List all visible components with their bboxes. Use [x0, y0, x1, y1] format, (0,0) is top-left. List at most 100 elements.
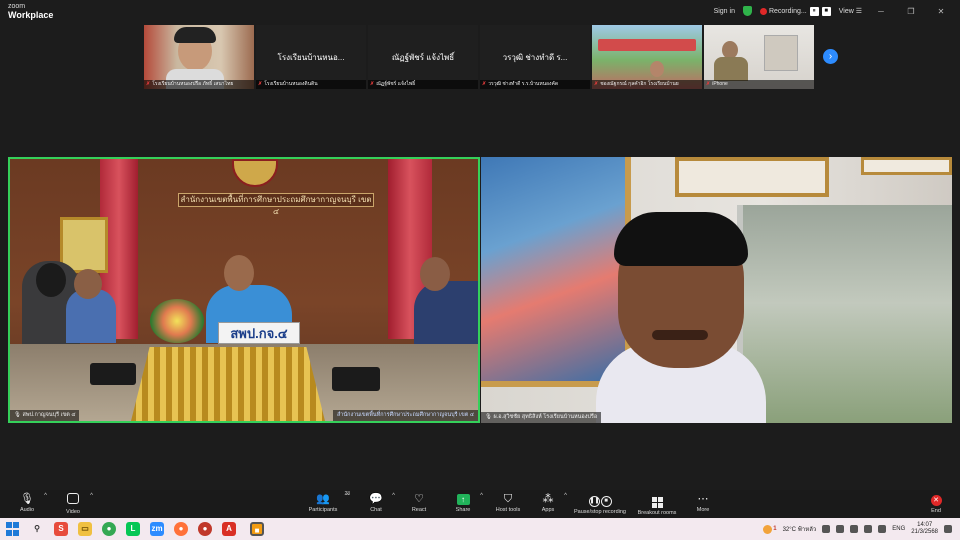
windows-taskbar: ⚲ S ▭ ● L zm ● ● A ■ 1 32°C ฟ้าหลัว ENG … — [0, 518, 960, 540]
zoom-icon[interactable]: zm — [150, 522, 164, 536]
pause-recording-button[interactable]: ⏸ — [809, 6, 819, 16]
participant-thumbnail-strip: ✗ โรงเรียนบ้านหนองปรือ ภัทธิ์ เสนาไทย โรง… — [144, 25, 816, 89]
muted-mic-icon: ✗ — [370, 81, 375, 87]
share-screen-icon: ↑ — [452, 493, 474, 505]
participant-name: ณัฏฐ์พัชร์ แจ้งไพธิ์ — [391, 53, 455, 62]
file-explorer-icon[interactable]: ▭ — [78, 522, 92, 536]
participant-thumbnail[interactable]: ✗ iPhone — [704, 25, 814, 89]
participant-thumbnail[interactable]: ✗ ชองณัฐกรณ์ กุลคำอิก โรงเรียนบ้านย — [592, 25, 702, 89]
chevron-up-icon[interactable]: ^ — [44, 493, 47, 499]
participant-caption: ✗ โรงเรียนบ้านหนองดินดิน — [256, 80, 366, 89]
temperature-label[interactable]: 32°C ฟ้าหลัว — [783, 524, 817, 534]
end-call-icon: ✕ — [926, 493, 946, 506]
picture-frame — [861, 157, 952, 175]
react-button[interactable]: ♡ React — [408, 493, 430, 513]
microphone-icon: 🎙 — [20, 493, 34, 505]
pause-stop-recording-button[interactable]: ❚❚ ■ Pause/stop recording — [570, 493, 630, 515]
network-icon[interactable] — [850, 525, 859, 533]
breakout-rooms-icon — [634, 493, 680, 508]
mic-icon: 🎙 — [485, 414, 494, 420]
app-icon[interactable]: ● — [198, 522, 212, 536]
system-tray: 1 32°C ฟ้าหลัว ENG 14:07 21/3/2568 — [757, 521, 952, 537]
title-bar: zoom Workplace Sign in Recording... ⏸ ■ … — [0, 0, 960, 22]
muted-mic-icon: ✗ — [482, 81, 487, 87]
language-indicator[interactable]: ENG — [892, 526, 905, 532]
chat-button[interactable]: 💬 Chat ^ — [366, 493, 395, 513]
stop-recording-button[interactable]: ■ — [821, 6, 831, 16]
close-window-button[interactable]: ✕ — [930, 7, 952, 16]
search-icon[interactable]: ⚲ — [30, 522, 44, 536]
volume-icon[interactable] — [864, 525, 873, 533]
chat-bubble-icon: 💬 — [369, 493, 383, 505]
table-drape — [130, 347, 326, 421]
notification-icon[interactable] — [944, 525, 952, 533]
camera-icon — [62, 493, 84, 507]
top-right-controls: Sign in Recording... ⏸ ■ View ☰ ─ ❐ ✕ — [714, 4, 960, 18]
participant-caption: ✗ ชองณัฐกรณ์ กุลคำอิก โรงเรียนบ้านย — [592, 80, 702, 89]
end-meeting-button[interactable]: ✕ End — [926, 493, 946, 514]
participant-thumbnail[interactable]: วรวุฒิ ช่างทำดี ร... ✗ วรวุฒิ ช่างทำดี ร.… — [480, 25, 590, 89]
meeting-controls-bar: 🎙 Audio ^ Video ^ 👥 23 Participants ^ 💬 … — [0, 490, 960, 518]
line-icon[interactable]: L — [126, 522, 140, 536]
sign-in-link[interactable]: Sign in — [714, 8, 735, 15]
microphone-base — [90, 363, 136, 385]
speaker-person — [596, 212, 766, 423]
more-dots-icon: ⋯ — [697, 493, 709, 505]
restore-button[interactable]: ❐ — [900, 7, 922, 16]
participant-thumbnail[interactable]: ณัฏฐ์พัชร์ แจ้งไพธิ์ ✗ ณัฏฐ์พัชร์ แจ้งไพธ… — [368, 25, 478, 89]
chevron-up-icon[interactable]: ^ — [564, 493, 567, 499]
brand-bottom: Workplace — [8, 10, 54, 20]
chevron-up-icon[interactable]: ^ — [480, 493, 483, 499]
weather-icon[interactable] — [763, 524, 773, 534]
audio-button[interactable]: 🎙 Audio ^ — [16, 493, 47, 513]
firefox-icon[interactable]: ● — [174, 522, 188, 536]
participant-video-tile[interactable]: 🎙 ผ.อ.สุวิชชัย สุทธิสิงห์ โรงเรียนบ้านหน… — [481, 157, 952, 423]
participant-caption: ✗ iPhone — [704, 80, 814, 89]
participant-caption: ✗ โรงเรียนบ้านหนองปรือ ภัทธิ์ เสนาไทย — [144, 80, 254, 89]
video-button[interactable]: Video ^ — [62, 493, 93, 515]
chevron-up-icon[interactable]: ^ — [90, 493, 93, 499]
muted-mic-icon: ✗ — [594, 81, 599, 87]
view-button[interactable]: View ☰ — [839, 7, 862, 15]
apps-button[interactable]: ⁂ Apps ^ — [538, 493, 567, 513]
zoom-workplace-logo: zoom Workplace — [8, 2, 53, 20]
muted-mic-icon: ✗ — [146, 81, 151, 87]
zoom-meeting-window: zoom Workplace Sign in Recording... ⏸ ■ … — [0, 0, 960, 518]
app-icon[interactable]: S — [54, 522, 68, 536]
microphone-icon[interactable] — [836, 525, 845, 533]
more-button[interactable]: ⋯ More — [692, 493, 714, 513]
share-button[interactable]: ↑ Share ^ — [452, 493, 483, 513]
battery-icon[interactable] — [878, 525, 887, 533]
security-shield-icon[interactable] — [742, 6, 752, 16]
chevron-up-icon[interactable]: ^ — [392, 493, 395, 499]
chevron-up-icon[interactable] — [822, 525, 831, 533]
chrome-icon[interactable]: ● — [102, 522, 116, 536]
next-page-arrow-icon[interactable]: › — [823, 49, 838, 64]
participant-caption: ✗ ณัฏฐ์พัชร์ แจ้งไพธิ์ — [368, 80, 478, 89]
date-label: 21/3/2568 — [911, 529, 938, 535]
participant-name: วรวุฒิ ช่างทำดี ร... — [502, 53, 568, 62]
recording-dot-icon — [759, 7, 767, 15]
pdf-icon[interactable]: A — [222, 522, 236, 536]
participant-thumbnail[interactable]: โรงเรียนบ้านหนอ... ✗ โรงเรียนบ้านหนองดินด… — [256, 25, 366, 89]
minimize-button[interactable]: ─ — [870, 7, 892, 16]
participants-button[interactable]: 👥 23 Participants ^ — [306, 491, 350, 513]
active-speaker-video-tile[interactable]: สำนักงานเขตพื้นที่การศึกษาประถมศึกษากาญจ… — [8, 157, 480, 423]
participants-icon: 👥 — [316, 493, 330, 505]
participant-thumbnail[interactable]: ✗ โรงเรียนบ้านหนองปรือ ภัทธิ์ เสนาไทย — [144, 25, 254, 89]
recording-indicator: Recording... ⏸ ■ — [759, 6, 831, 16]
participant-caption: ✗ วรวุฒิ ช่างทำดี ร.ร.บ้านหนองคัด — [480, 80, 590, 89]
picture-frame — [675, 157, 829, 197]
participant-name: โรงเรียนบ้านหนอ... — [277, 53, 345, 62]
active-app-icon[interactable]: ■ — [250, 522, 264, 536]
windows-start-icon[interactable] — [6, 522, 20, 536]
name-plate: สพป.กจ.๔ — [218, 322, 300, 344]
clock[interactable]: 14:07 21/3/2568 — [911, 522, 938, 536]
window — [737, 205, 952, 423]
recording-label: Recording... — [768, 7, 807, 15]
mic-icon: 🎙 — [14, 412, 23, 418]
chevron-up-icon[interactable]: ^ — [346, 493, 349, 499]
host-tools-button[interactable]: ⛉ Host tools — [494, 493, 522, 513]
breakout-rooms-button[interactable]: Breakout rooms — [634, 493, 680, 516]
time-label: 14:07 — [917, 522, 933, 528]
